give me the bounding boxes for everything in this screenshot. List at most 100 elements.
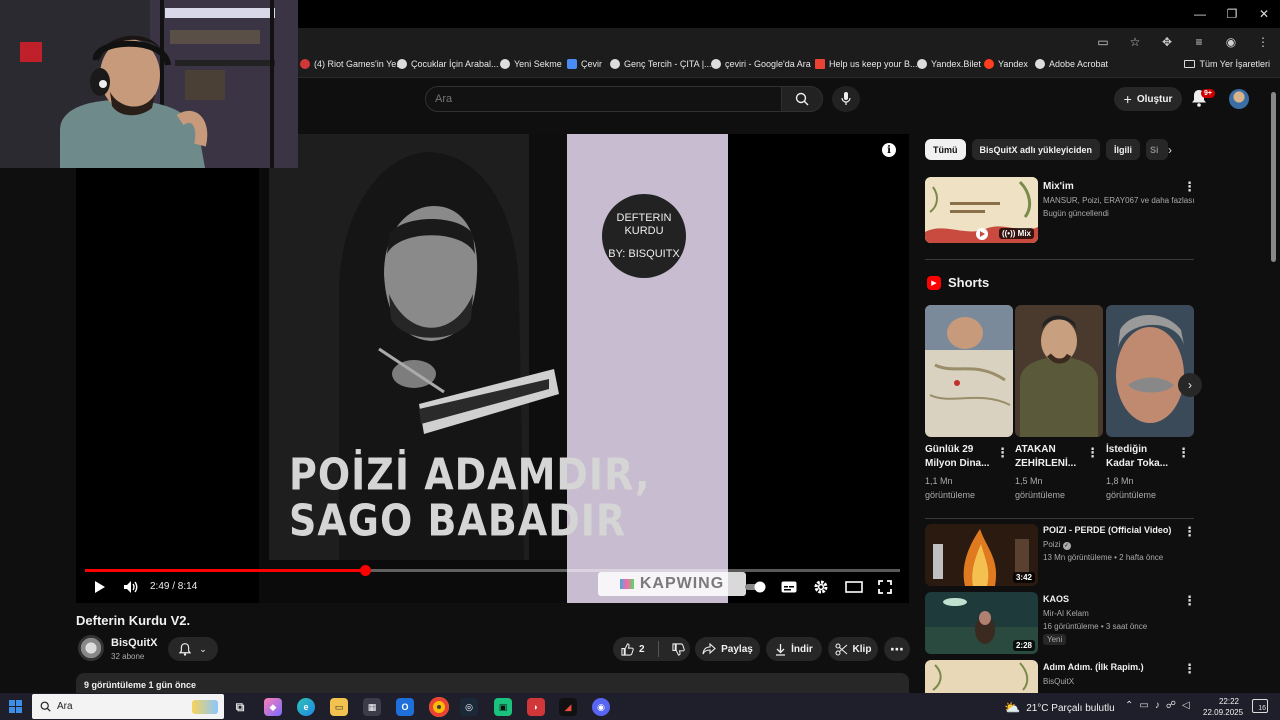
recommended-channel[interactable]: Poizi ✓	[1043, 540, 1071, 550]
description-box[interactable]	[76, 673, 909, 693]
search-button[interactable]	[781, 86, 823, 112]
windows-start-icon[interactable]	[9, 700, 22, 713]
account-avatar[interactable]	[1229, 89, 1249, 109]
bookmark-item[interactable]: Adobe Acrobat	[1035, 59, 1108, 69]
info-icon[interactable]: i	[882, 143, 896, 157]
copilot-icon[interactable]: ◆	[264, 698, 282, 716]
recommended-more-icon[interactable]: ⋮	[1183, 662, 1196, 675]
recommended-more-icon[interactable]: ⋮	[1183, 525, 1196, 538]
task-view-icon[interactable]: ⧉	[231, 698, 249, 716]
recommended-channel[interactable]: BisQuitX	[1043, 677, 1074, 686]
chevron-up-icon[interactable]: ⌃	[1125, 700, 1133, 711]
short-thumbnail[interactable]	[1015, 305, 1103, 437]
chip-all[interactable]: Tümü	[925, 139, 966, 160]
minimize-button[interactable]: —	[1184, 0, 1216, 28]
bookmark-item[interactable]: Help us keep your B...	[815, 59, 918, 69]
fullscreen-button[interactable]	[876, 578, 894, 596]
discord-icon[interactable]: ◉	[592, 698, 610, 716]
like-button[interactable]: 2	[621, 642, 645, 656]
settings-button[interactable]	[812, 578, 830, 596]
recommended-title[interactable]: KAOS	[1043, 594, 1069, 604]
recommended-thumbnail[interactable]	[925, 660, 1038, 693]
network-icon[interactable]: ☍	[1166, 700, 1176, 711]
recommended-more-icon[interactable]: ⋮	[1183, 594, 1196, 607]
edge-icon[interactable]: e	[297, 698, 315, 716]
share-button[interactable]: Paylaş	[695, 637, 760, 661]
outlook-icon[interactable]: O	[396, 698, 414, 716]
channel-avatar[interactable]	[78, 635, 104, 661]
short-more-icon[interactable]: ⋮	[1177, 446, 1190, 459]
install-app-icon[interactable]: ▭	[1094, 33, 1112, 51]
bookmark-item[interactable]: Yeni Sekme	[500, 59, 562, 69]
recommended-title[interactable]: Adım Adım. (İlk Rapim.)	[1043, 662, 1144, 672]
more-actions-button[interactable]: ⋯	[884, 637, 910, 661]
steam-icon[interactable]: ◎	[460, 698, 478, 716]
clock[interactable]: 22:22 22.09.2025	[1203, 696, 1243, 718]
chip-related[interactable]: İlgili	[1106, 139, 1141, 160]
extensions-icon[interactable]: ✥	[1158, 33, 1176, 51]
short-more-icon[interactable]: ⋮	[1086, 446, 1099, 459]
download-button[interactable]: İndir	[766, 637, 822, 661]
weather-widget[interactable]: ⛅ 21°C Parçalı bulutlu	[1004, 700, 1115, 716]
bookmark-item[interactable]: Genç Tercih - ÇITA |...	[610, 59, 712, 69]
recommended-thumbnail[interactable]: 2:28	[925, 592, 1038, 654]
short-more-icon[interactable]: ⋮	[996, 446, 1009, 459]
short-title[interactable]: Günlük 29 Milyon Dina...	[925, 443, 997, 471]
profile-icon[interactable]: ◉	[1222, 33, 1240, 51]
mix-more-icon[interactable]: ⋮	[1183, 180, 1196, 193]
subtitles-button[interactable]	[780, 578, 798, 596]
short-thumbnail[interactable]	[925, 305, 1013, 437]
search-input[interactable]	[426, 87, 781, 111]
mix-thumbnail[interactable]: ((•)) Mix	[925, 177, 1038, 243]
close-button[interactable]: ✕	[1248, 0, 1280, 28]
riot-client-icon[interactable]: ◗	[527, 698, 545, 716]
progress-scrubber[interactable]	[359, 565, 371, 576]
create-button[interactable]: + Oluştur	[1114, 87, 1182, 111]
chevron-right-icon[interactable]: ›	[1168, 143, 1172, 157]
play-button[interactable]	[92, 578, 108, 596]
notification-center-button[interactable]: 16	[1252, 699, 1268, 713]
short-thumbnail[interactable]	[1106, 305, 1194, 437]
chrome-icon[interactable]	[429, 697, 449, 717]
short-title[interactable]: ATAKAN ZEHİRLENİ...	[1015, 443, 1087, 471]
channel-name[interactable]: BisQuitX	[111, 637, 157, 649]
video-player[interactable]: DEFTERIN KURDU BY: BISQUITX POİZİ ADAMDI…	[76, 134, 909, 603]
taskbar-search[interactable]: Ara	[32, 694, 224, 719]
recommended-thumbnail[interactable]: 3:42	[925, 524, 1038, 586]
maximize-button[interactable]: ❐	[1216, 0, 1248, 28]
progress-bar[interactable]	[85, 565, 900, 576]
all-bookmarks-button[interactable]: Tüm Yer İşaretleri	[1184, 59, 1270, 69]
bookmark-star-icon[interactable]: ☆	[1126, 33, 1144, 51]
app-icon[interactable]: ▣	[494, 698, 512, 716]
subscription-bell-button[interactable]: ⌄	[168, 637, 218, 661]
short-title[interactable]: İstediğin Kadar Toka...	[1106, 443, 1178, 471]
battery-icon[interactable]: ▭	[1139, 700, 1148, 711]
bookmark-item[interactable]: Yandex	[984, 59, 1028, 69]
mix-title[interactable]: Mix'im	[1043, 181, 1074, 192]
bookmark-item[interactable]: Çevir	[567, 59, 602, 69]
volume-icon[interactable]: ◁	[1182, 700, 1190, 711]
capcut-icon[interactable]: ◢	[559, 698, 577, 716]
voice-search-button[interactable]	[832, 86, 860, 112]
menu-dots-icon[interactable]: ⋮	[1254, 33, 1272, 51]
store-icon[interactable]: ▦	[363, 698, 381, 716]
volume-button[interactable]	[122, 578, 140, 596]
shorts-next-button[interactable]: ›	[1178, 373, 1202, 397]
media-controls-icon[interactable]: ≡	[1190, 33, 1208, 51]
dislike-button[interactable]	[671, 642, 685, 656]
file-explorer-icon[interactable]: ▭	[330, 698, 348, 716]
clip-button[interactable]: Klip	[828, 637, 878, 661]
chip-partial[interactable]: Si	[1146, 139, 1169, 160]
scrollbar-thumb[interactable]	[1271, 92, 1276, 262]
share-icon	[702, 643, 716, 655]
bookmark-item[interactable]: (4) Riot Games'in Ye...	[300, 59, 404, 69]
recommended-channel[interactable]: Mir-Al Kelam	[1043, 609, 1089, 618]
bookmark-item[interactable]: Çocuklar İçin Arabal...	[397, 59, 499, 69]
chip-from-uploader[interactable]: BisQuitX adlı yükleyiciden	[971, 139, 1101, 160]
recommended-title[interactable]: POIZI - PERDE (Official Video)	[1043, 525, 1171, 535]
autoplay-toggle[interactable]	[743, 578, 769, 596]
microphone-icon[interactable]: ♪	[1155, 700, 1160, 711]
theater-mode-button[interactable]	[844, 578, 864, 596]
bookmark-item[interactable]: Yandex.Bilet	[917, 59, 981, 69]
bookmark-item[interactable]: çeviri - Google'da Ara	[711, 59, 811, 69]
